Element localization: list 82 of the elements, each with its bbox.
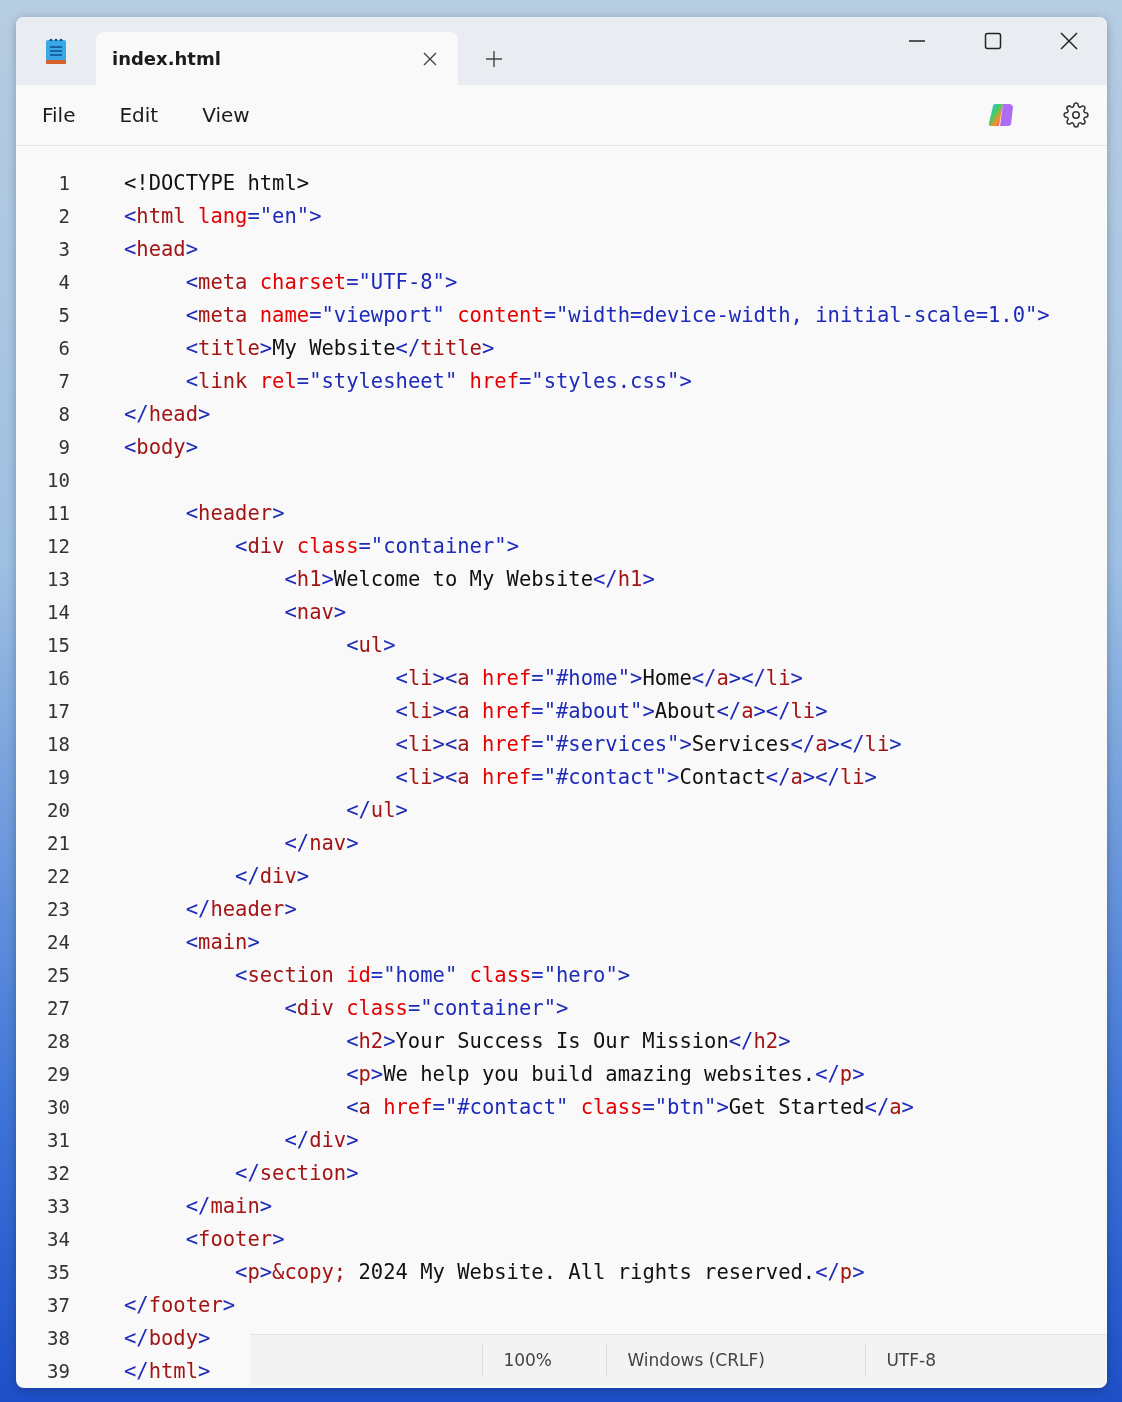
code-line: <html lang="en"> <box>124 203 322 228</box>
line-number: 18 <box>46 732 70 755</box>
line-number: 25 <box>46 963 70 986</box>
zoom-level: 100% <box>482 1343 607 1377</box>
code-line: <!DOCTYPE html> <box>124 170 310 195</box>
code-line: </body> <box>124 1325 211 1350</box>
code-line: <main> <box>184 929 260 954</box>
encoding: UTF-8 <box>865 1343 1046 1377</box>
line-number: 12 <box>46 534 70 557</box>
line-number: 14 <box>46 600 70 623</box>
line-ending: Windows (CRLF) <box>606 1343 866 1377</box>
menu-item[interactable]: View <box>190 97 262 133</box>
line-number: 2 <box>57 204 70 227</box>
line-number: 1 <box>57 171 70 194</box>
code-line: <head> <box>124 236 199 261</box>
line-number: 23 <box>46 897 70 920</box>
code-line: <div class="container"> <box>234 533 519 558</box>
line-number: 20 <box>46 798 70 821</box>
menu-item[interactable]: File <box>30 97 88 133</box>
code-line: <h1>Welcome to My Website</h1> <box>283 566 655 591</box>
line-number: 10 <box>46 468 70 491</box>
line-number: 21 <box>46 831 70 854</box>
code-line: <footer> <box>184 1226 285 1251</box>
notepad-icon <box>45 37 67 65</box>
code-line: <p>We help you build amazing websites.</p> <box>345 1061 865 1086</box>
line-number: 3 <box>57 237 70 260</box>
code-line: <section id="home" class="hero"> <box>234 962 631 987</box>
line-number: 38 <box>46 1326 70 1349</box>
code-line: <li><a href="#services">Services</a></li> <box>394 731 902 756</box>
line-number: 4 <box>57 270 70 293</box>
code-line: <li><a href="#home">Home</a></li> <box>394 665 803 690</box>
code-line: </div> <box>283 1127 359 1152</box>
tab-title: index.html <box>112 48 221 69</box>
line-number: 37 <box>46 1293 70 1316</box>
line-number: 13 <box>46 567 70 590</box>
line-number: 11 <box>46 501 70 524</box>
line-number: 16 <box>46 666 70 689</box>
line-number: 9 <box>57 435 70 458</box>
code-line: <body> <box>124 434 199 459</box>
line-number: 29 <box>46 1062 70 1085</box>
code-line: </section> <box>234 1160 359 1185</box>
line-number: 5 <box>57 303 70 326</box>
code-line: <ul> <box>345 632 396 657</box>
code-line: </footer> <box>124 1292 236 1317</box>
code-line: </div> <box>234 863 310 888</box>
code-line: </header> <box>184 896 297 921</box>
code-line: <header> <box>184 500 285 525</box>
line-number: 24 <box>46 930 70 953</box>
line-number: 34 <box>46 1227 70 1250</box>
code-line: <a href="#contact" class="btn">Get Started</a> <box>345 1094 914 1119</box>
line-number: 17 <box>46 699 70 722</box>
code-line: <div class="container"> <box>283 995 569 1020</box>
code-line: </nav> <box>283 830 359 855</box>
code-line: <p>&copy; 2024 My Website. All rights reserved.</p> <box>234 1259 865 1284</box>
code-line: <li><a href="#about">About</a></li> <box>394 698 828 723</box>
line-number: 6 <box>57 336 70 359</box>
line-number: 22 <box>46 864 70 887</box>
code-line: </ul> <box>345 797 408 822</box>
line-number: 19 <box>46 765 70 788</box>
line-number: 35 <box>46 1260 70 1283</box>
line-number: 27 <box>46 996 70 1019</box>
line-number: 15 <box>46 633 70 656</box>
code-line: <h2>Your Success Is Our Mission</h2> <box>345 1028 791 1053</box>
line-number: 28 <box>46 1029 70 1052</box>
code-line: <title>My Website</title> <box>184 335 495 360</box>
menu-item[interactable]: Edit <box>107 97 171 133</box>
code-line: <li><a href="#contact">Contact</a></li> <box>394 764 877 789</box>
file-tab[interactable]: index.html <box>96 32 458 85</box>
line-number: 32 <box>46 1161 70 1184</box>
code-line: <link rel="stylesheet" href="styles.css"> <box>184 368 692 393</box>
code-line: <meta name="viewport" content="width=device-width, initial-scale=1.0"> <box>184 302 1050 327</box>
line-number: 8 <box>57 402 70 425</box>
code-line: <meta charset="UTF-8"> <box>184 269 458 294</box>
line-number: 39 <box>46 1359 70 1382</box>
code-line: </html> <box>124 1358 211 1383</box>
line-number: 31 <box>46 1128 70 1151</box>
line-number: 33 <box>46 1194 70 1217</box>
code-line: </head> <box>124 401 211 426</box>
code-line: </main> <box>184 1193 273 1218</box>
code-line: <nav> <box>283 599 347 624</box>
line-number: 7 <box>57 369 70 392</box>
line-number: 30 <box>46 1095 70 1118</box>
